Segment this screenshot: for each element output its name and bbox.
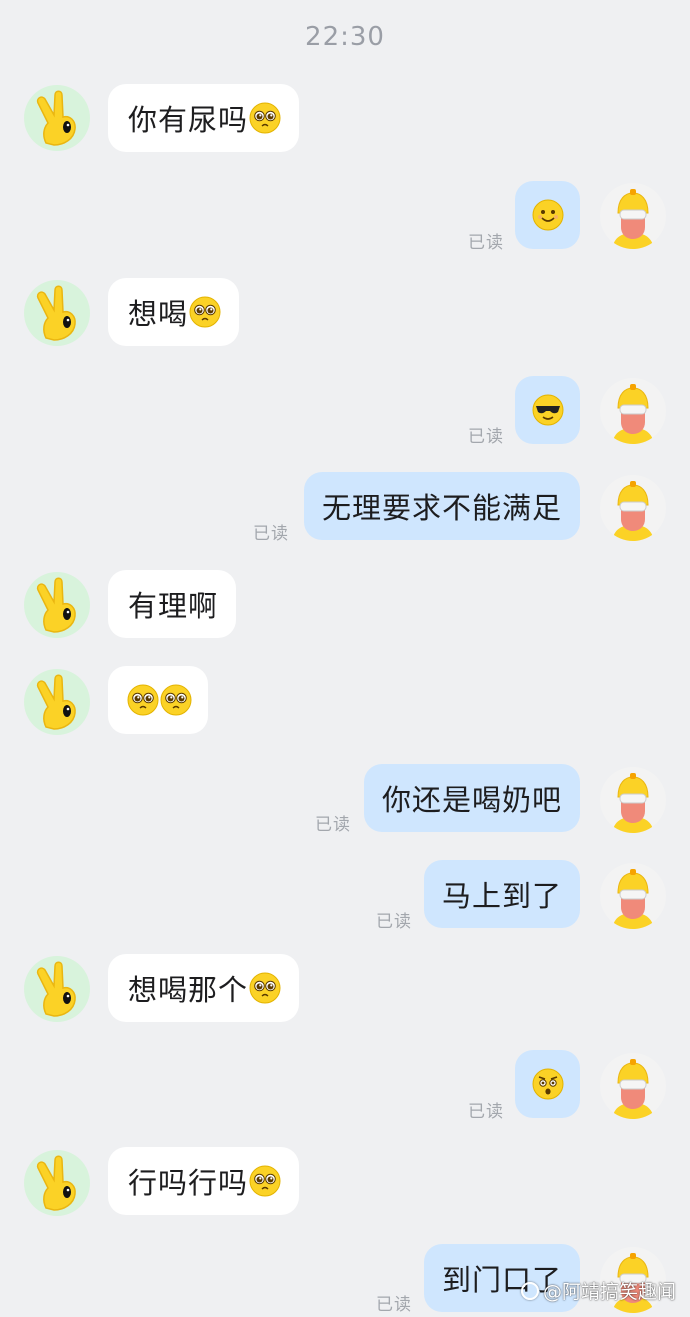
read-status: 已读 — [468, 233, 504, 253]
message-bubble[interactable]: 马上到了 — [423, 860, 580, 928]
my-avatar[interactable] — [600, 183, 666, 249]
read-status: 已读 — [468, 1102, 504, 1122]
my-avatar[interactable] — [600, 475, 666, 541]
yellow-helmet-sunglasses-icon — [612, 189, 654, 249]
weibo-logo-icon — [520, 1281, 539, 1300]
message-bubble[interactable]: 行吗行吗 — [108, 1147, 300, 1215]
message-bubble[interactable]: 你还是喝奶吧 — [363, 764, 580, 832]
contact-avatar[interactable] — [24, 956, 90, 1022]
pleading-face-icon — [160, 684, 192, 716]
message-bubble[interactable]: 想喝那个 — [108, 954, 300, 1022]
message-text: 想喝 — [128, 297, 189, 331]
message-bubble[interactable] — [515, 376, 580, 444]
pleading-face-icon — [127, 684, 159, 716]
yellow-helmet-sunglasses-icon — [612, 384, 654, 444]
pleading-face-icon — [249, 1165, 281, 1197]
read-status: 已读 — [253, 524, 289, 544]
read-status: 已读 — [315, 815, 351, 835]
message-text: 无理要求不能满足 — [321, 491, 562, 525]
message-text: 想喝那个 — [128, 973, 249, 1007]
yellow-hand-peace-icon — [36, 285, 76, 341]
contact-avatar[interactable] — [24, 669, 90, 735]
watermark: @阿靖搞笑趣闻 — [520, 1277, 676, 1304]
message-text: 你有尿吗 — [128, 103, 249, 137]
yellow-hand-peace-icon — [36, 1155, 76, 1211]
my-avatar[interactable] — [600, 863, 666, 929]
yellow-hand-peace-icon — [36, 90, 76, 146]
message-bubble[interactable] — [515, 181, 580, 249]
timestamp: 22:30 — [305, 22, 385, 52]
pleading-face-icon — [249, 972, 281, 1004]
message-text: 行吗行吗 — [128, 1166, 249, 1200]
read-status: 已读 — [376, 912, 412, 932]
yellow-hand-peace-icon — [36, 577, 76, 633]
read-status: 已读 — [376, 1295, 412, 1315]
yellow-helmet-sunglasses-icon — [612, 773, 654, 833]
sunglasses-face-icon — [532, 394, 564, 426]
smile-face-icon — [532, 199, 564, 231]
shocked-face-icon — [532, 1068, 564, 1100]
yellow-helmet-sunglasses-icon — [612, 869, 654, 929]
contact-avatar[interactable] — [24, 85, 90, 151]
message-bubble[interactable] — [515, 1050, 580, 1118]
yellow-hand-peace-icon — [36, 674, 76, 730]
message-text: 马上到了 — [441, 879, 562, 913]
yellow-helmet-sunglasses-icon — [612, 1059, 654, 1119]
my-avatar[interactable] — [600, 1053, 666, 1119]
yellow-helmet-sunglasses-icon — [612, 481, 654, 541]
message-bubble[interactable]: 有理啊 — [108, 570, 237, 638]
contact-avatar[interactable] — [24, 280, 90, 346]
message-bubble[interactable]: 想喝 — [108, 278, 240, 346]
pleading-face-icon — [249, 102, 281, 134]
message-bubble[interactable] — [108, 666, 208, 734]
contact-avatar[interactable] — [24, 572, 90, 638]
message-text: 你还是喝奶吧 — [381, 783, 562, 817]
watermark-text: @阿靖搞笑趣闻 — [542, 1281, 676, 1303]
contact-avatar[interactable] — [24, 1150, 90, 1216]
my-avatar[interactable] — [600, 767, 666, 833]
message-bubble[interactable]: 你有尿吗 — [108, 84, 300, 152]
yellow-hand-peace-icon — [36, 961, 76, 1017]
message-bubble[interactable]: 无理要求不能满足 — [303, 472, 580, 540]
my-avatar[interactable] — [600, 378, 666, 444]
message-text: 有理啊 — [128, 589, 219, 623]
read-status: 已读 — [468, 427, 504, 447]
pleading-face-icon — [189, 296, 221, 328]
